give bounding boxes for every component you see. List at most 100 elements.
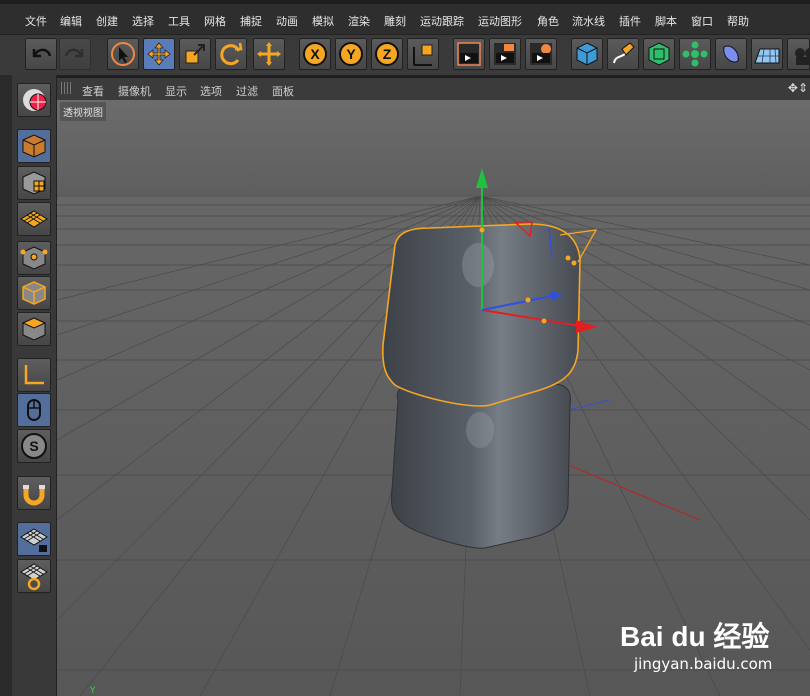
x-axis-lock-icon: X — [303, 42, 327, 66]
render-settings-button[interactable] — [525, 38, 557, 70]
cube-object-icon — [576, 42, 598, 66]
z-axis-lock-button[interactable]: Z — [371, 38, 403, 70]
texture-mode-icon — [22, 171, 46, 195]
live-select-icon — [111, 42, 135, 66]
solo-s-icon: S — [21, 433, 47, 459]
model-mode-button[interactable] — [17, 129, 51, 163]
menu-script[interactable]: 脚本 — [655, 13, 677, 29]
menu-animate[interactable]: 动画 — [276, 13, 298, 29]
menu-pipeline[interactable]: 流水线 — [572, 13, 605, 29]
menu-plugins[interactable]: 插件 — [619, 13, 641, 29]
viewport-menu-panel[interactable]: 面板 — [272, 83, 294, 99]
menu-select[interactable]: 选择 — [132, 13, 154, 29]
svg-text:Z: Z — [383, 46, 392, 62]
undo-button[interactable] — [25, 38, 57, 70]
floor-button[interactable] — [751, 38, 783, 70]
menu-edit[interactable]: 编辑 — [60, 13, 82, 29]
viewport-menu-options[interactable]: 选项 — [200, 83, 222, 99]
baidu-logo-text: Bai du 经验 — [620, 621, 770, 652]
more-tools-button[interactable] — [787, 38, 810, 70]
workplane-mode-button[interactable] — [17, 202, 51, 236]
scale-button[interactable] — [179, 38, 211, 70]
z-axis-lock-icon: Z — [375, 42, 399, 66]
y-axis-lock-button[interactable]: Y — [335, 38, 367, 70]
corner-axis-label: Y — [89, 686, 96, 696]
pen-spline-button[interactable] — [607, 38, 639, 70]
axis-mode-icon — [24, 365, 44, 385]
scale-icon — [185, 44, 205, 64]
main-toolbar: X Y Z — [0, 35, 810, 76]
workplane-button[interactable] — [17, 559, 51, 593]
svg-text:S: S — [29, 438, 38, 454]
edge-mode-button[interactable] — [17, 276, 51, 310]
array-clone-button[interactable] — [679, 38, 711, 70]
tweak-mode-button[interactable] — [17, 393, 51, 427]
menu-tools[interactable]: 工具 — [168, 13, 190, 29]
object-icon — [795, 48, 810, 65]
render-settings-icon — [530, 43, 552, 65]
svg-text:Y: Y — [346, 46, 356, 62]
workplane-icon — [20, 563, 48, 591]
baidu-watermark: Bai du 经验 jingyan.baidu.com — [620, 615, 772, 673]
tweak-mode-icon — [27, 399, 41, 421]
mode-toolbar: S — [12, 75, 57, 696]
locked-workplane-button[interactable] — [17, 522, 51, 556]
polygon-mode-icon — [21, 317, 47, 341]
render-picture-viewer-button[interactable] — [489, 38, 521, 70]
snap-button[interactable] — [17, 476, 51, 510]
viewport-canvas: Y — [57, 100, 810, 696]
menu-simulate[interactable]: 模拟 — [312, 13, 334, 29]
baidu-domain-text: jingyan.baidu.com — [634, 655, 773, 673]
viewport-menu-view[interactable]: 查看 — [82, 83, 104, 99]
redo-button[interactable] — [59, 38, 91, 70]
menu-character[interactable]: 角色 — [537, 13, 559, 29]
viewport-navigation-icon[interactable]: ✥⇕ — [788, 81, 808, 95]
menu-file[interactable]: 文件 — [25, 13, 47, 29]
menu-snap[interactable]: 捕捉 — [240, 13, 262, 29]
menu-help[interactable]: 帮助 — [727, 13, 749, 29]
y-axis-lock-icon: Y — [339, 42, 363, 66]
svg-text:X: X — [310, 46, 320, 62]
lower-cube[interactable] — [390, 383, 571, 549]
solo-button[interactable]: S — [17, 429, 51, 463]
background — [57, 100, 810, 196]
menu-motion-tracking[interactable]: 运动跟踪 — [420, 13, 464, 29]
rotate-icon — [220, 42, 243, 66]
cube-object-button[interactable] — [571, 38, 603, 70]
menu-window[interactable]: 窗口 — [691, 13, 713, 29]
pen-spline-icon — [613, 42, 635, 64]
menu-render[interactable]: 渲染 — [348, 13, 370, 29]
viewport-title: 透视视图 — [60, 102, 106, 121]
viewport-menu-bar: 查看 摄像机 显示 选项 过滤 面板 ✥⇕ — [57, 78, 810, 100]
rotate-button[interactable] — [215, 38, 247, 70]
render-view-button[interactable] — [453, 38, 485, 70]
viewport-menu-cameras[interactable]: 摄像机 — [118, 83, 151, 99]
menu-create[interactable]: 创建 — [96, 13, 118, 29]
live-select-button[interactable] — [107, 38, 139, 70]
move-button[interactable] — [143, 38, 175, 70]
subdivision-button[interactable] — [643, 38, 675, 70]
point-mode-button[interactable] — [17, 241, 51, 275]
redo-icon — [64, 48, 84, 58]
menu-mesh[interactable]: 网格 — [204, 13, 226, 29]
viewport-menu-display[interactable]: 显示 — [165, 83, 187, 99]
window-edge — [0, 75, 12, 696]
snap-magnet-icon — [23, 485, 45, 506]
viewport-grip-icon — [61, 82, 73, 94]
render-view-icon — [457, 42, 481, 66]
menu-mograph[interactable]: 运动图形 — [478, 13, 522, 29]
viewport-solo-button[interactable] — [17, 83, 51, 117]
edge-mode-icon — [22, 281, 46, 305]
create-move-button[interactable] — [253, 38, 285, 70]
x-axis-lock-button[interactable]: X — [299, 38, 331, 70]
coordinate-system-button[interactable] — [407, 38, 439, 70]
texture-mode-button[interactable] — [17, 166, 51, 200]
floor-icon — [754, 48, 780, 64]
model-mode-icon — [22, 134, 46, 158]
perspective-viewport[interactable]: Y — [57, 100, 810, 696]
polygon-mode-button[interactable] — [17, 312, 51, 346]
deformer-button[interactable] — [715, 38, 747, 70]
viewport-menu-filter[interactable]: 过滤 — [236, 83, 258, 99]
axis-mode-button[interactable] — [17, 358, 51, 392]
menu-sculpt[interactable]: 雕刻 — [384, 13, 406, 29]
